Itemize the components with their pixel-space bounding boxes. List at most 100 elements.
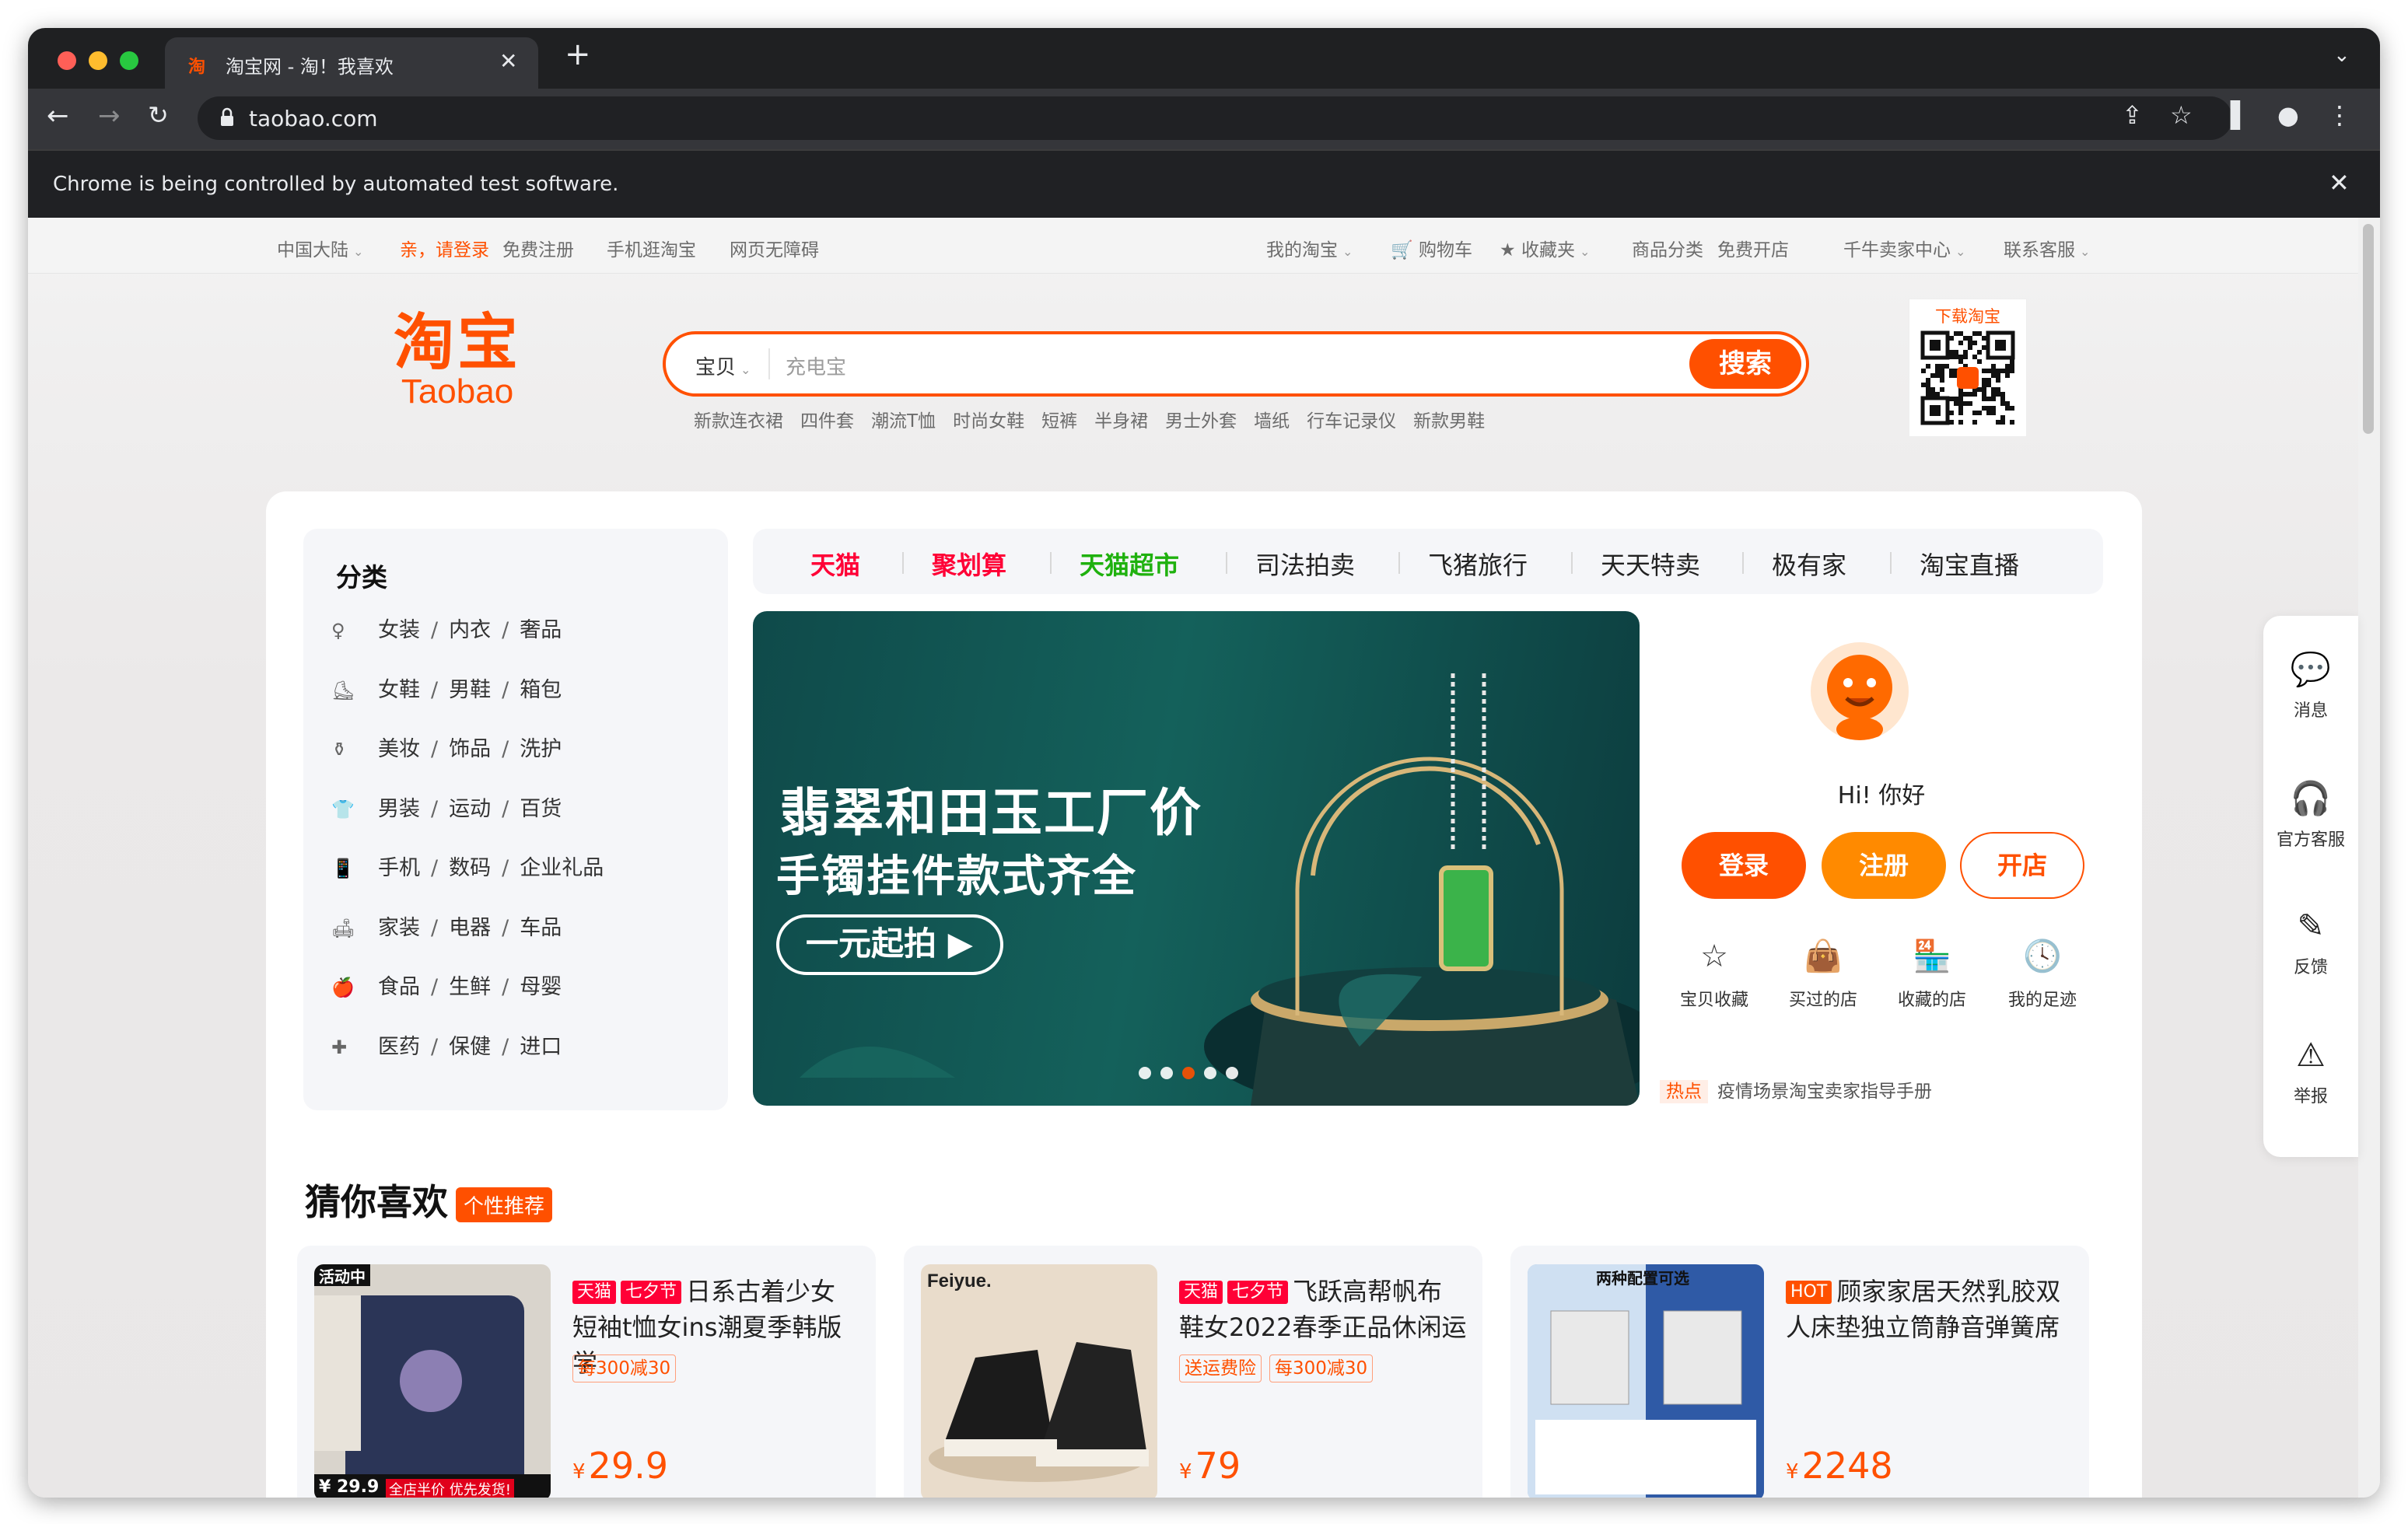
browser-tab[interactable]: 淘 淘宝网 - 淘！我喜欢 ✕ (165, 37, 538, 89)
product-image[interactable]: Feiyue. (921, 1264, 1157, 1498)
quick-fav-shops[interactable]: 🏪 收藏的店 (1878, 941, 1986, 1011)
channel-4[interactable]: 飞猪旅行 (1428, 546, 1528, 582)
carousel-dot[interactable] (1226, 1067, 1238, 1079)
product-card[interactable]: Feiyue. 天猫 七夕节 飞跃高帮帆布鞋女2022春季正品休闲运 送运费险 每300减… (904, 1246, 1482, 1498)
close-tab-icon[interactable]: ✕ (499, 48, 517, 74)
infobar-close-icon[interactable]: ✕ (2329, 168, 2350, 197)
back-icon[interactable]: ← (47, 103, 69, 129)
scrollbar[interactable] (2358, 218, 2380, 1498)
open-shop-button[interactable]: 开店 (1960, 832, 2084, 899)
category-link[interactable]: 家装 (378, 916, 420, 940)
news-item[interactable]: 热点 疫情场景淘宝卖家指导手册 (1660, 1076, 1932, 1103)
banner-cta-button[interactable]: 一元起拍 ▶ (776, 914, 1003, 975)
download-qr[interactable]: 下载淘宝 (1909, 299, 2027, 437)
channel-7[interactable]: 淘宝直播 (1920, 546, 2019, 582)
address-bar[interactable]: taobao.com (198, 96, 2232, 140)
zoom-window-button[interactable] (120, 51, 138, 70)
product-title[interactable]: 天猫 七夕节 飞跃高帮帆布鞋女2022春季正品休闲运 (1179, 1274, 1467, 1345)
hot-search-link[interactable]: 四件套 (800, 411, 854, 432)
carousel-dot[interactable] (1204, 1067, 1216, 1079)
hot-search-link[interactable]: 潮流T恤 (871, 411, 936, 432)
share-icon[interactable]: ⇪ (2122, 103, 2143, 128)
categories-link[interactable]: 商品分类 (1632, 235, 1703, 261)
hot-search-link[interactable]: 时尚女鞋 (953, 411, 1024, 432)
category-link[interactable]: 女装 (378, 618, 420, 642)
reload-icon[interactable]: ↻ (148, 103, 169, 128)
register-button[interactable]: 注册 (1822, 832, 1946, 899)
side-item-1[interactable]: 🎧 官方客服 (2263, 782, 2358, 851)
hot-search-link[interactable]: 新款男鞋 (1413, 411, 1485, 432)
hot-search-link[interactable]: 短裤 (1041, 411, 1077, 432)
promo-banner[interactable]: 翡翠和田玉工厂价 手镯挂件款式齐全 一元起拍 ▶ (753, 611, 1640, 1106)
product-title[interactable]: HOT 顾家家居天然乳胶双人床垫独立筒静音弹簧席 (1786, 1274, 2074, 1345)
channel-1[interactable]: 聚划算 (932, 546, 1006, 582)
category-link[interactable]: 美妆 (378, 737, 420, 761)
hot-search-link[interactable]: 新款连衣裙 (694, 411, 783, 432)
category-link[interactable]: 运动 (449, 797, 491, 821)
seller-center-menu[interactable]: 千牛卖家中心 ⌄ (1843, 235, 1965, 261)
forward-icon[interactable]: → (98, 103, 121, 129)
cart-link[interactable]: 🛒 购物车 (1391, 235, 1472, 261)
quick-favorites[interactable]: ☆ 宝贝收藏 (1660, 941, 1769, 1011)
category-link[interactable]: 饰品 (449, 737, 491, 761)
side-item-0[interactable]: 💬 消息 (2263, 653, 2358, 722)
accessible-link[interactable]: 网页无障碍 (730, 235, 819, 261)
side-item-2[interactable]: ✎ 反馈 (2263, 910, 2358, 978)
scrollbar-thumb[interactable] (2363, 224, 2374, 434)
category-link[interactable]: 男鞋 (449, 678, 491, 702)
side-panel-icon[interactable]: ▌ (2231, 103, 2250, 128)
category-link[interactable]: 手机 (378, 856, 420, 880)
hot-search-link[interactable]: 男士外套 (1165, 411, 1237, 432)
tab-search-chevron-icon[interactable]: ⌄ (2333, 44, 2350, 67)
region-selector[interactable]: 中国大陆 ⌄ (277, 235, 363, 261)
category-link[interactable]: 食品 (378, 975, 420, 999)
menu-kebab-icon[interactable]: ⋮ (2327, 103, 2352, 128)
bookmark-star-icon[interactable]: ☆ (2170, 103, 2193, 128)
category-link[interactable]: 企业礼品 (520, 856, 604, 880)
category-link[interactable]: 生鲜 (449, 975, 491, 999)
category-link[interactable]: 进口 (520, 1035, 562, 1059)
side-item-3[interactable]: ⚠ 举报 (2263, 1039, 2358, 1107)
hot-search-link[interactable]: 墙纸 (1254, 411, 1290, 432)
login-link[interactable]: 亲，请登录 (400, 235, 489, 261)
my-taobao-menu[interactable]: 我的淘宝 ⌄ (1266, 235, 1353, 261)
search-category-select[interactable]: 宝贝 ⌄ (695, 351, 751, 380)
product-card[interactable]: 两种配置可选 HOT 顾家家居天然乳胶双人床垫独立筒静音弹簧席 ¥2248 (1510, 1246, 2089, 1498)
category-link[interactable]: 内衣 (449, 618, 491, 642)
mobile-link[interactable]: 手机逛淘宝 (607, 235, 696, 261)
product-image[interactable]: 活动中 ¥ 29.9 全店半价 优先发货! (314, 1264, 551, 1498)
carousel-dots[interactable] (1139, 1067, 1248, 1082)
new-tab-icon[interactable]: + (565, 39, 591, 70)
product-card[interactable]: 活动中 ¥ 29.9 全店半价 优先发货! 天猫 七夕节 日系古着少女短袖t恤女ins潮夏… (297, 1246, 876, 1498)
hot-search-link[interactable]: 行车记录仪 (1307, 411, 1396, 432)
category-link[interactable]: 数码 (449, 856, 491, 880)
category-link[interactable]: 医药 (378, 1035, 420, 1059)
search-input[interactable]: 充电宝 (786, 351, 846, 380)
taobao-logo[interactable]: 淘宝 Taobao (394, 313, 521, 411)
login-button[interactable]: 登录 (1682, 832, 1806, 899)
search-button[interactable]: 搜索 (1689, 339, 1801, 389)
category-link[interactable]: 男装 (378, 797, 420, 821)
category-link[interactable]: 母婴 (520, 975, 562, 999)
register-link[interactable]: 免费注册 (502, 235, 574, 261)
channel-0[interactable]: 天猫 (810, 546, 860, 582)
service-menu[interactable]: 联系客服 ⌄ (2004, 235, 2090, 261)
channel-3[interactable]: 司法拍卖 (1255, 546, 1355, 582)
channel-2[interactable]: 天猫超市 (1080, 546, 1179, 582)
category-link[interactable]: 洗护 (520, 737, 562, 761)
category-link[interactable]: 奢品 (520, 618, 562, 642)
minimize-window-button[interactable] (89, 51, 107, 70)
carousel-dot[interactable] (1160, 1067, 1173, 1079)
category-link[interactable]: 女鞋 (378, 678, 420, 702)
favorites-menu[interactable]: ★ 收藏夹 ⌄ (1500, 235, 1590, 261)
product-image[interactable]: 两种配置可选 (1528, 1264, 1764, 1498)
category-link[interactable]: 车品 (520, 916, 562, 940)
open-shop-link[interactable]: 免费开店 (1717, 235, 1789, 261)
category-link[interactable]: 百货 (520, 797, 562, 821)
category-link[interactable]: 箱包 (520, 678, 562, 702)
quick-bought-shops[interactable]: 👜 买过的店 (1769, 941, 1878, 1011)
carousel-dot-active[interactable] (1182, 1067, 1195, 1079)
category-link[interactable]: 电器 (449, 916, 491, 940)
channel-6[interactable]: 极有家 (1772, 546, 1846, 582)
category-link[interactable]: 保健 (449, 1035, 491, 1059)
